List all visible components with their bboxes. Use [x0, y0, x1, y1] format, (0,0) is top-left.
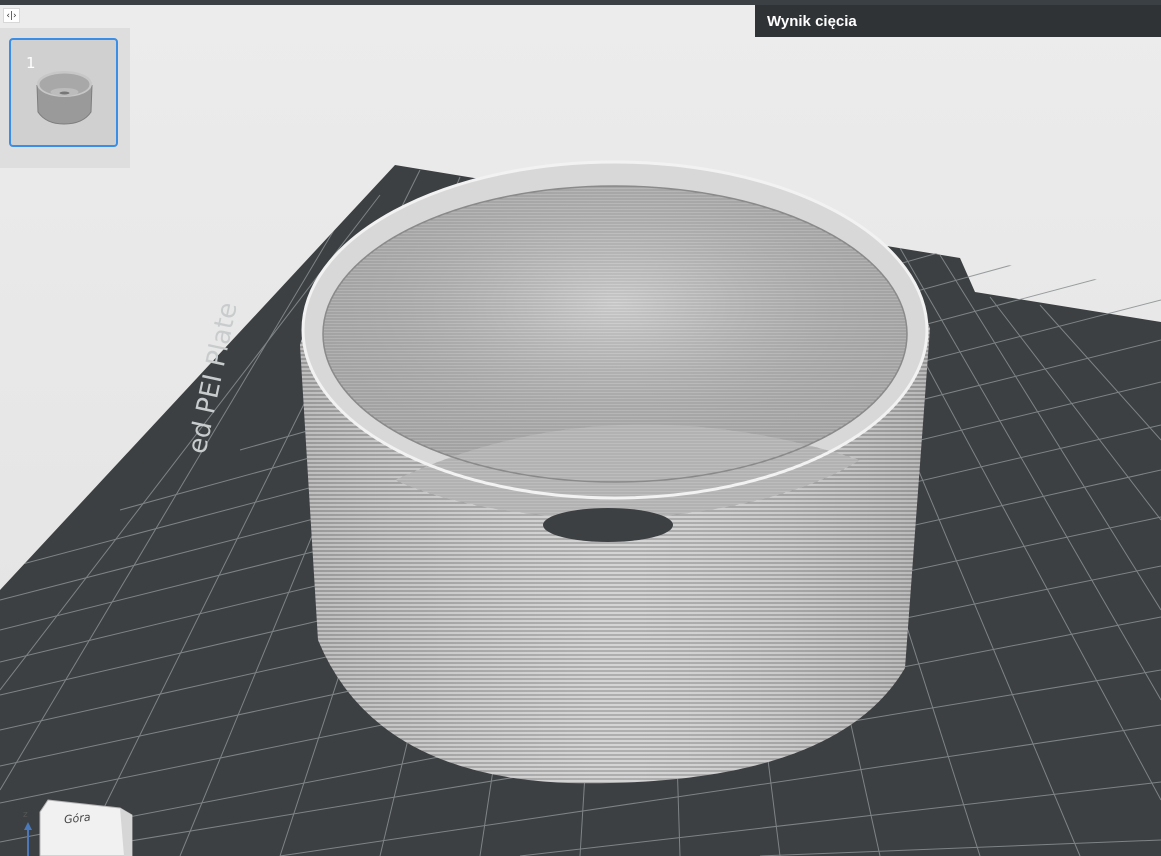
- slicing-result-header[interactable]: Wynik cięcia: [755, 5, 1161, 37]
- plate-thumbnail-panel: 1: [0, 28, 130, 168]
- plate-number: 1: [26, 54, 36, 72]
- z-axis-label: z: [23, 810, 28, 820]
- plate-thumbnail[interactable]: 1: [9, 38, 118, 147]
- collapse-sidebar-button[interactable]: ‹|›: [3, 8, 20, 23]
- sliced-model: [300, 160, 930, 784]
- preview-viewport[interactable]: ed PEI Plate: [0, 0, 1161, 856]
- slicer-app: ed PEI Plate Góra z ‹|› 1 Wynik cięcia: [0, 0, 1161, 856]
- view-cube-top-label[interactable]: Góra: [63, 811, 91, 827]
